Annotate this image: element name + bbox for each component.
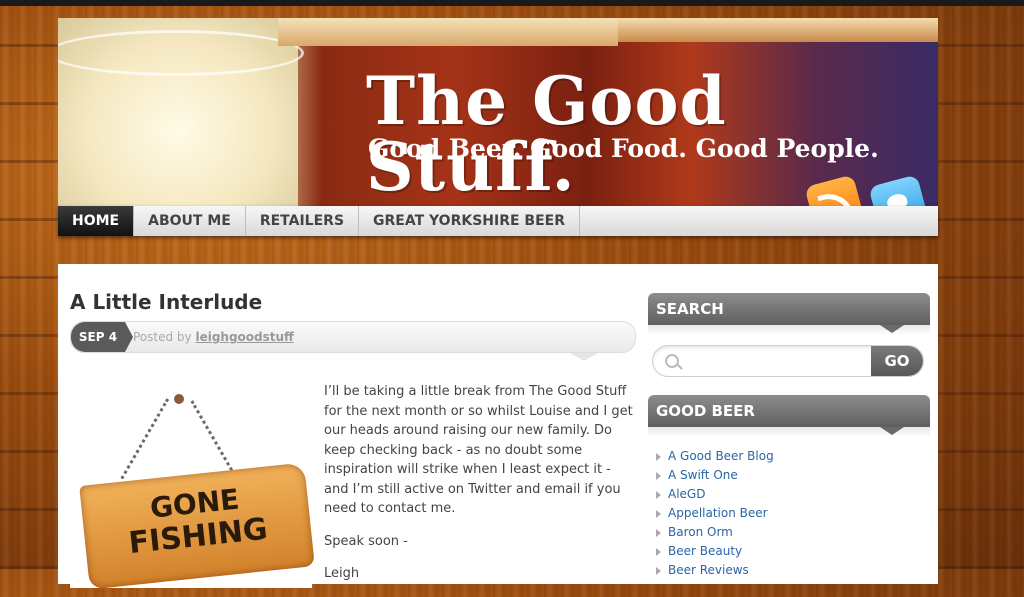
top-strip [0, 0, 1024, 6]
search-input[interactable] [689, 346, 873, 376]
gone-fishing-image: GONE FISHING [70, 388, 315, 590]
link-appellation-beer[interactable]: Appellation Beer [654, 504, 774, 523]
good-beer-links: A Good Beer Blog A Swift One AleGD Appel… [654, 447, 774, 580]
post-meta-bar: SEP 4 Posted by leighgoodstuff [70, 321, 636, 353]
header-banner[interactable]: The Good Stuff. Good Beer. Good Food. Go… [58, 18, 938, 206]
content-card: A Little Interlude SEP 4 Posted by leigh… [58, 264, 938, 590]
glass-rim [58, 30, 304, 76]
post-date: SEP 4 [71, 322, 133, 352]
link-baron-orm[interactable]: Baron Orm [654, 523, 774, 542]
search-widget-heading: SEARCH [648, 293, 930, 325]
link-beer-beauty[interactable]: Beer Beauty [654, 542, 774, 561]
nail [174, 394, 184, 404]
beer-foam-image [278, 18, 618, 46]
search-icon [665, 354, 679, 368]
post-signature: Leigh [324, 566, 360, 581]
link-a-good-beer-blog[interactable]: A Good Beer Blog [654, 447, 774, 466]
post-paragraph: I’ll be taking a little break from The G… [324, 384, 633, 516]
search-box: GO [652, 345, 924, 377]
post-paragraph: Speak soon - [324, 533, 408, 549]
meta-bar-pointer [570, 353, 598, 361]
search-go-button[interactable]: GO [871, 346, 923, 376]
widget-pointer [880, 325, 904, 333]
post-body: I’ll be taking a little break from The G… [324, 382, 636, 597]
link-beer-reviews[interactable]: Beer Reviews [654, 561, 774, 580]
post-title[interactable]: A Little Interlude [70, 290, 262, 314]
main-nav: HOME ABOUT ME RETAILERS GREAT YORKSHIRE … [58, 206, 938, 236]
chain-left [120, 398, 173, 482]
author-link[interactable]: leighgoodstuff [195, 330, 293, 344]
posted-by: Posted by leighgoodstuff [133, 322, 294, 352]
widget-pointer [880, 427, 904, 435]
nav-item-home[interactable]: HOME [58, 206, 135, 236]
site-tagline: Good Beer. Good Food. Good People. [368, 134, 879, 163]
posted-by-label: Posted by [133, 330, 192, 344]
link-a-swift-one[interactable]: A Swift One [654, 466, 774, 485]
beer-foam-image-2 [618, 18, 938, 42]
nav-item-great-yorkshire-beer[interactable]: GREAT YORKSHIRE BEER [359, 206, 581, 236]
link-alegd[interactable]: AleGD [654, 485, 774, 504]
nav-item-retailers[interactable]: RETAILERS [246, 206, 360, 236]
nav-item-about-me[interactable]: ABOUT ME [134, 206, 246, 236]
wooden-sign: GONE FISHING [79, 462, 315, 590]
good-beer-widget-heading: GOOD BEER [648, 395, 930, 427]
